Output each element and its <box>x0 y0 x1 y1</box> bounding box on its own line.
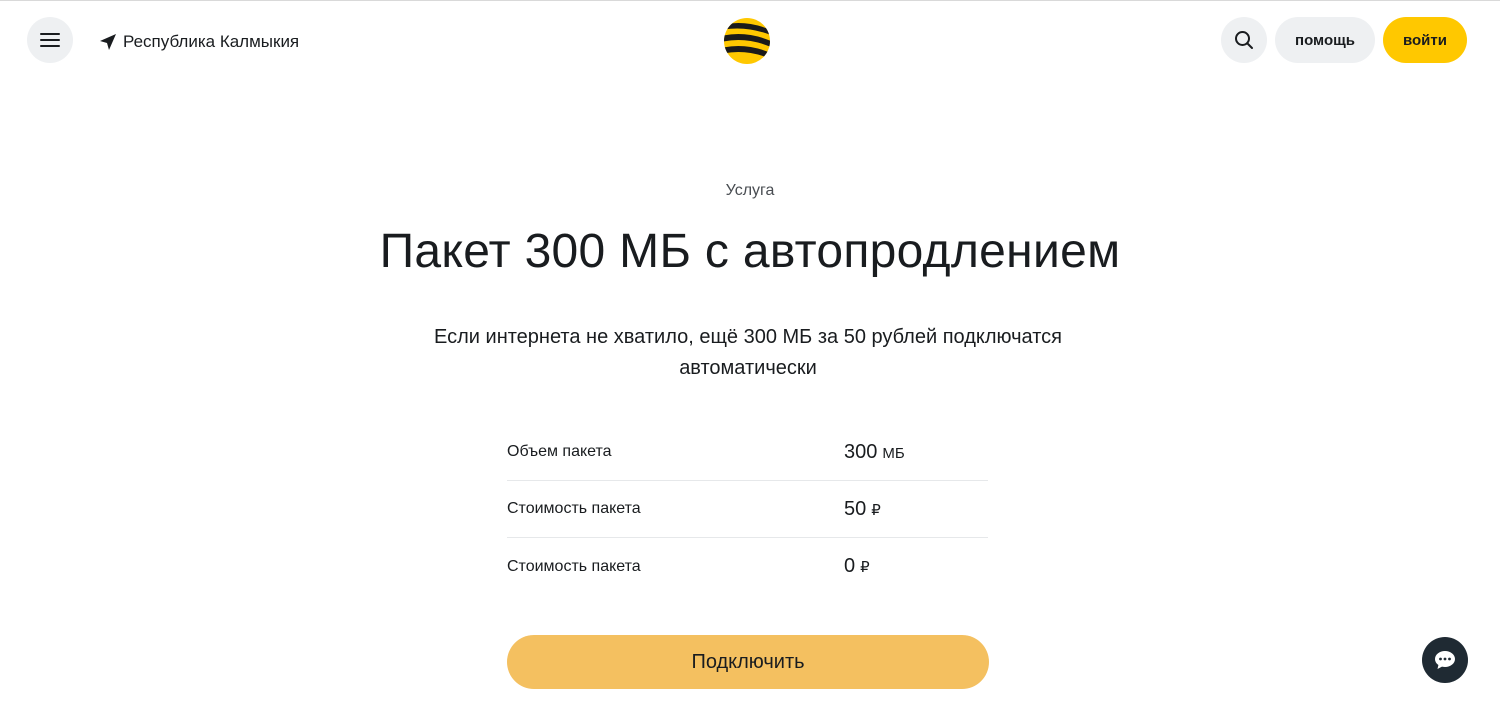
help-button[interactable]: помощь <box>1275 17 1375 63</box>
search-button[interactable] <box>1221 17 1267 63</box>
param-unit: ₽ <box>860 559 870 576</box>
param-amount: 50 <box>844 497 867 520</box>
param-label: Стоимость пакета <box>507 557 641 575</box>
connect-button[interactable]: Подключить <box>507 635 989 689</box>
param-unit: ₽ <box>871 501 881 519</box>
menu-button[interactable] <box>27 17 73 63</box>
login-button[interactable]: войти <box>1383 17 1467 63</box>
site-header: Республика Калмыкия помощь войти <box>0 0 1500 84</box>
beeline-logo[interactable] <box>723 17 771 65</box>
param-value: 300 МБ <box>844 441 905 464</box>
param-row: Стоимость пакета 0 ₽ <box>507 538 988 595</box>
param-label: Стоимость пакета <box>507 500 641 517</box>
param-amount: 300 <box>844 440 878 463</box>
param-value: 0 ₽ <box>844 555 870 578</box>
service-params-table: Объем пакета 300 МБ Стоимость пакета 50 … <box>507 424 988 595</box>
region-label: Республика Калмыкия <box>123 32 300 51</box>
region-selector[interactable]: Республика Калмыкия <box>99 29 299 55</box>
param-label: Объем пакета <box>507 443 612 460</box>
page-title: Пакет 300 МБ с автопродлением <box>379 225 1121 278</box>
hamburger-menu-icon <box>40 33 60 47</box>
chat-bubble-icon <box>1435 651 1455 669</box>
chat-button[interactable] <box>1422 637 1468 683</box>
param-value: 50 ₽ <box>844 498 881 521</box>
service-eyebrow: Услуга <box>725 182 775 199</box>
param-row: Стоимость пакета 50 ₽ <box>507 481 988 538</box>
search-icon <box>1235 31 1253 49</box>
service-description: Если интернета не хватило, ещё 300 МБ за… <box>434 326 1062 379</box>
param-row: Объем пакета 300 МБ <box>507 424 988 481</box>
param-unit: МБ <box>882 444 905 462</box>
location-arrow-icon <box>100 34 116 50</box>
param-amount: 0 <box>844 555 856 577</box>
